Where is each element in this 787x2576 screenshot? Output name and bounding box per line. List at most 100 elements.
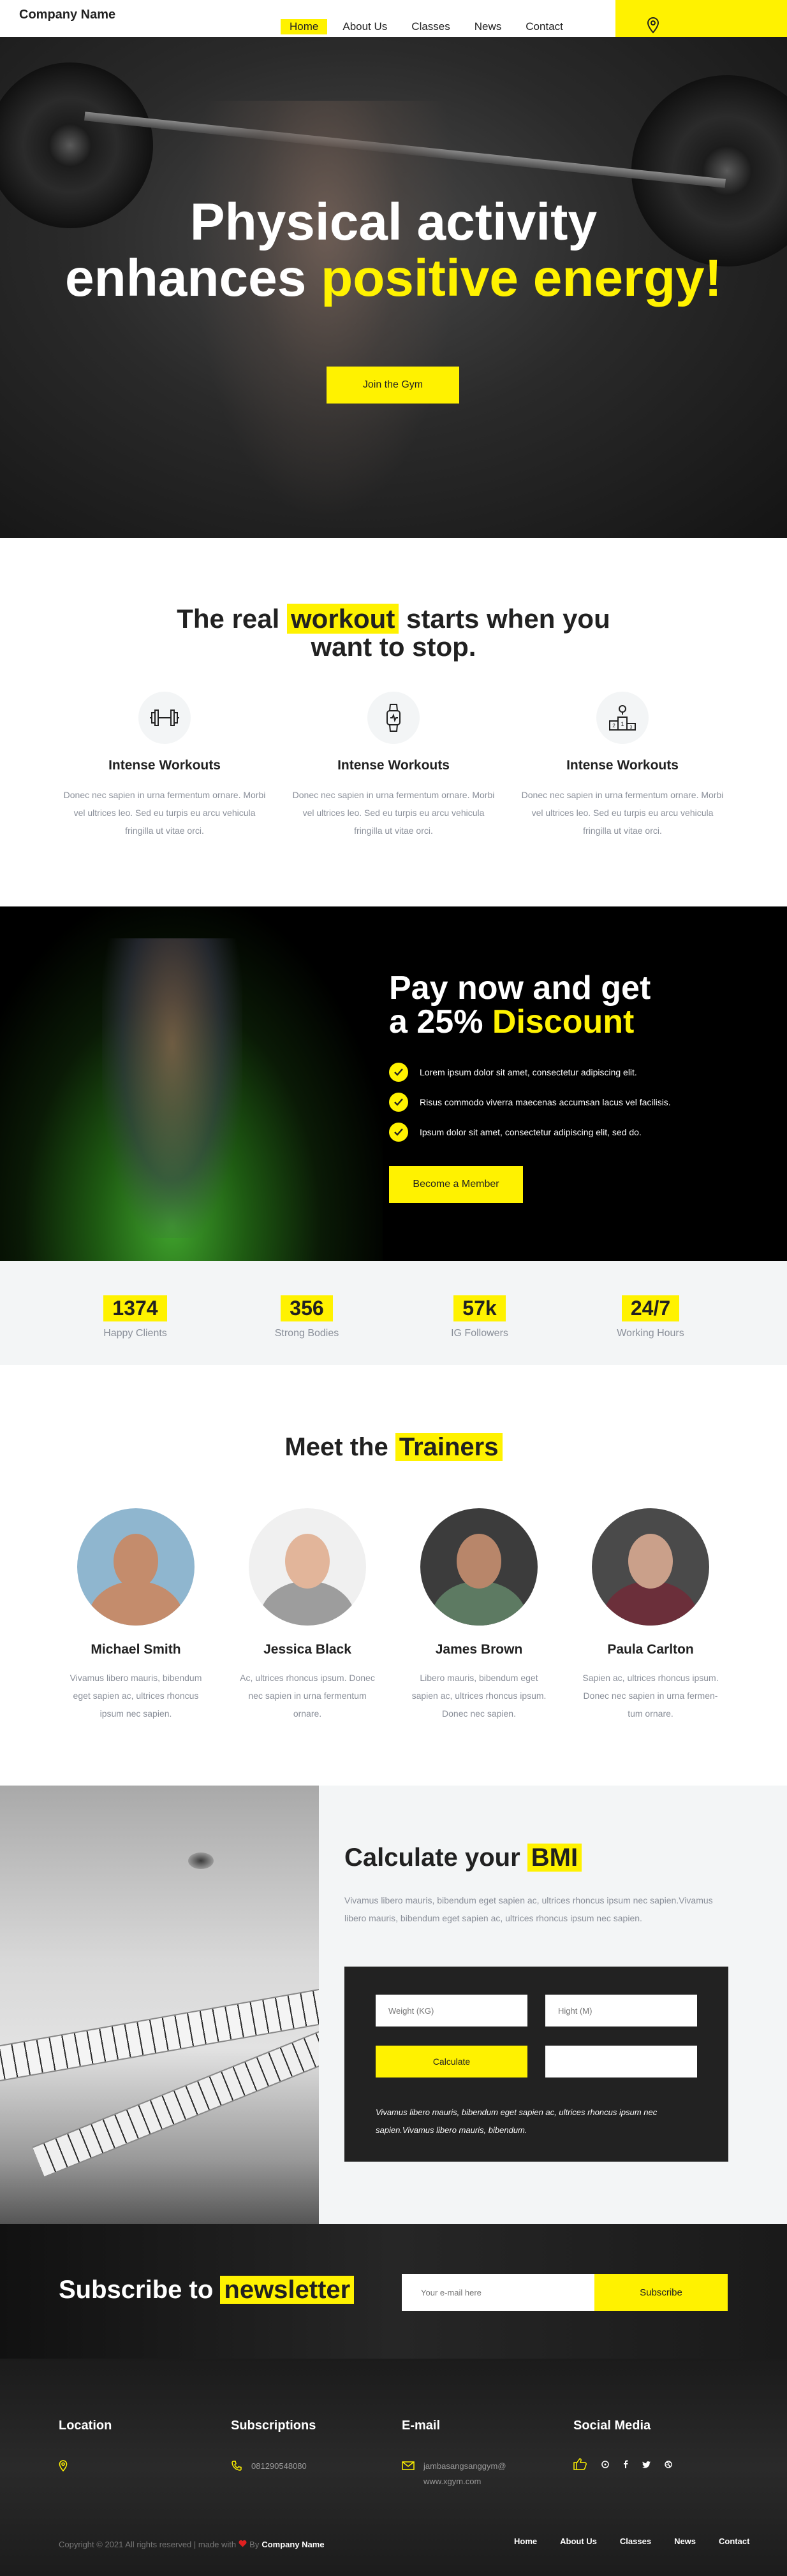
height-input[interactable]: [545, 1995, 697, 2027]
copyright-company[interactable]: Company Name: [261, 2540, 324, 2549]
footer-social: Social Media: [573, 2419, 672, 2473]
footer-nav-classes[interactable]: Classes: [620, 2536, 651, 2546]
nav-home[interactable]: Home: [281, 19, 328, 34]
features-title-line2: want to stop.: [311, 632, 476, 662]
newsletter-title-highlight: newsletter: [220, 2276, 355, 2304]
footer-email: E-mail jambasangsanggym@ www.xgym.com: [402, 2419, 506, 2489]
svg-text:2: 2: [612, 723, 615, 729]
avatar-face: [114, 1534, 158, 1589]
feature-text: Donec nec sapien in urna fermentum ornar…: [292, 790, 495, 836]
map-pin-icon[interactable]: [59, 2460, 68, 2477]
trainer-avatar: [420, 1508, 538, 1626]
trainer-card[interactable]: Jessica Black Ac, ultrices rhoncus ipsum…: [221, 1508, 394, 1722]
feature-card: Intense Workouts Donec nec sapien in urn…: [288, 692, 499, 840]
newsletter-email-input[interactable]: [402, 2274, 594, 2311]
trainer-card[interactable]: Michael Smith Vivamus libero mauris, bib…: [50, 1508, 222, 1722]
hero-title-plain: enhances: [65, 249, 321, 307]
facebook-icon[interactable]: [623, 2460, 628, 2471]
dribbble-icon[interactable]: [665, 2460, 672, 2471]
feature-text: Donec nec sapien in urna fermentum ornar…: [63, 790, 266, 836]
footer-subscriptions: Subscriptions 081290548080: [231, 2419, 316, 2477]
nav-about[interactable]: About Us: [334, 19, 396, 34]
discount-point: Risus commodo viverra maecenas accumsan …: [389, 1093, 671, 1112]
footer-email-text[interactable]: jambasangsanggym@ www.xgym.com: [423, 2459, 506, 2489]
stat-label: Happy Clients: [103, 1328, 167, 1339]
footer-social-heading: Social Media: [573, 2419, 651, 2433]
footer-website[interactable]: www.xgym.com: [423, 2477, 481, 2486]
stat-value: 356: [281, 1295, 333, 1321]
discount-title-plain: a 25%: [389, 1003, 492, 1040]
bmi-note: Vivamus libero mauris, bibendum eget sap…: [376, 2107, 658, 2135]
footer-nav: Home About Us Classes News Contact: [514, 2536, 772, 2546]
footer-phone[interactable]: 081290548080: [251, 2459, 307, 2474]
athlete-figure: [102, 938, 242, 1238]
stat-value: 1374: [103, 1295, 167, 1321]
trainer-bio: Ac, ultrices rhoncus ipsum. Donec nec sa…: [240, 1673, 375, 1719]
bmi-intro: Vivamus libero mauris, bibendum eget sap…: [344, 1895, 713, 1923]
join-gym-button[interactable]: Join the Gym: [327, 367, 459, 404]
mail-icon: [402, 2460, 415, 2475]
stat-item: 57k IG Followers: [394, 1295, 566, 1339]
bmi-measuring-tape-image: [0, 1786, 319, 2224]
copyright-text: Copyright © 2021 All rights reserved | m…: [59, 2540, 237, 2549]
trainer-avatar: [592, 1508, 709, 1626]
footer-email-address[interactable]: jambasangsanggym@: [423, 2461, 506, 2471]
weight-input[interactable]: [376, 1995, 527, 2027]
calculate-button[interactable]: Calculate: [376, 2046, 527, 2078]
trainer-name: Jessica Black: [263, 1642, 351, 1657]
trainer-bio: Libero mauris, bibendum eget sapien ac, …: [411, 1673, 547, 1719]
nav-contact[interactable]: Contact: [517, 19, 572, 34]
bmi-title: Calculate your BMI: [344, 1844, 582, 1872]
trainer-card[interactable]: Paula Carlton Sapien ac, ultrices rhoncu…: [564, 1508, 737, 1722]
copyright-by: By: [249, 2540, 260, 2549]
check-icon: [389, 1093, 408, 1112]
brand-logo[interactable]: Company Name: [19, 8, 115, 22]
discount-title-line1: Pay now and get: [389, 970, 651, 1007]
trainer-card[interactable]: James Brown Libero mauris, bibendum eget…: [393, 1508, 565, 1722]
nav-location-block[interactable]: [615, 0, 787, 37]
nav-classes[interactable]: Classes: [402, 19, 459, 34]
navel: [188, 1852, 214, 1869]
pinterest-icon[interactable]: [601, 2460, 609, 2471]
feature-card: Intense Workouts Donec nec sapien in urn…: [59, 692, 270, 840]
footer-nav-news[interactable]: News: [674, 2536, 696, 2546]
hero-athlete-image: [191, 101, 459, 521]
thumbs-up-icon[interactable]: [573, 2457, 587, 2473]
newsletter-title-plain: Subscribe to: [59, 2276, 221, 2304]
footer-subscriptions-heading: Subscriptions: [231, 2419, 316, 2433]
trainer-name: Michael Smith: [91, 1642, 181, 1657]
smartwatch-icon: [367, 692, 420, 744]
stat-value: 57k: [453, 1295, 506, 1321]
stat-label: Working Hours: [617, 1328, 684, 1339]
bmi-result-field[interactable]: [545, 2046, 697, 2078]
footer-location-heading: Location: [59, 2419, 112, 2433]
map-pin-icon[interactable]: [646, 17, 660, 38]
footer-nav-home[interactable]: Home: [514, 2536, 537, 2546]
discount-point-text: Lorem ipsum dolor sit amet, consectetur …: [420, 1067, 637, 1077]
footer-nav-about[interactable]: About Us: [560, 2536, 597, 2546]
svg-text:1: 1: [621, 721, 624, 727]
trainers-title-highlight: Trainers: [395, 1433, 503, 1461]
become-member-button[interactable]: Become a Member: [389, 1166, 523, 1203]
hero-title-line1: Physical activity: [189, 193, 598, 251]
dumbbell-icon: [138, 692, 191, 744]
discount-title-highlight: Discount: [492, 1003, 635, 1040]
twitter-icon[interactable]: [642, 2460, 651, 2471]
feature-name: Intense Workouts: [337, 758, 450, 773]
discount-point: Ipsum dolor sit amet, consectetur adipis…: [389, 1123, 642, 1142]
avatar-face: [628, 1534, 673, 1589]
nav-news[interactable]: News: [466, 19, 511, 34]
feature-name: Intense Workouts: [108, 758, 221, 773]
footer-nav-contact[interactable]: Contact: [719, 2536, 749, 2546]
features-title-b: starts when you: [399, 604, 610, 634]
subscribe-button[interactable]: Subscribe: [594, 2274, 728, 2311]
trainers-title-plain: Meet the: [284, 1433, 395, 1461]
trainer-name: Paula Carlton: [607, 1642, 694, 1657]
social-icons: [573, 2457, 672, 2473]
footer-phone-line: 081290548080: [231, 2459, 316, 2477]
features-title-a: The real: [177, 604, 287, 634]
kettlebell-athlete-image: [0, 906, 383, 1261]
navbar: Company Name Home About Us Classes News …: [0, 0, 787, 37]
bmi-title-highlight: BMI: [527, 1844, 582, 1872]
trainer-bio: Vivamus libero mauris, bibendum eget sap…: [70, 1673, 202, 1719]
